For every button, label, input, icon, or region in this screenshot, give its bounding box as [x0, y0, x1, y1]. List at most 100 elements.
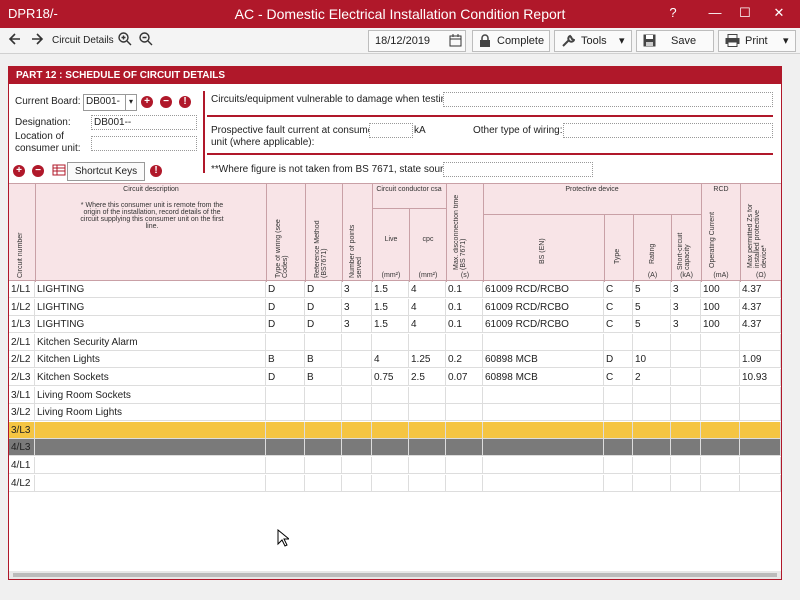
vulnerable-field[interactable] — [443, 92, 773, 107]
cell-time[interactable] — [446, 457, 483, 474]
shortcut-keys-button[interactable]: Shortcut Keys — [67, 162, 145, 181]
table-row[interactable]: 4/L2 — [9, 474, 781, 492]
minimize-button[interactable]: — — [700, 4, 730, 24]
table-row[interactable]: 1/L1 LIGHTING D D 3 1.5 4 0.1 61009 RCD/RCBO C 5 3 1… — [9, 281, 781, 298]
cell-live[interactable] — [372, 386, 409, 404]
remove-board-icon[interactable]: − — [160, 96, 172, 108]
cell-cpc[interactable] — [409, 386, 446, 404]
cell-bs[interactable] — [483, 404, 604, 422]
cell-type[interactable] — [604, 439, 633, 457]
cell-time[interactable] — [446, 474, 483, 492]
cell-rating[interactable] — [633, 404, 671, 422]
cell-sc[interactable] — [671, 333, 701, 351]
print-button[interactable]: Print ▾ — [718, 30, 796, 52]
cell-rcd[interactable] — [701, 474, 740, 492]
pfc-field[interactable] — [369, 123, 413, 138]
cell-ref[interactable] — [305, 404, 342, 422]
cell-time[interactable]: 0.1 — [446, 316, 483, 334]
cell-sc[interactable]: 3 — [671, 298, 701, 316]
cell-sc[interactable] — [671, 439, 701, 457]
table-row[interactable]: 1/L3 LIGHTING D D 3 1.5 4 0.1 61009 RCD/RCBO C 5 3 1… — [9, 316, 781, 334]
table-row[interactable]: 2/L3 Kitchen Sockets D B 0.75 2.5 0.07 60898 MC… — [9, 369, 781, 386]
cell-rating[interactable] — [633, 457, 671, 474]
cell-rating[interactable]: 2 — [633, 369, 671, 386]
cell-rcd[interactable]: 100 — [701, 281, 740, 298]
cell-desc[interactable]: Kitchen Security Alarm — [35, 333, 266, 351]
cell-wiring[interactable] — [266, 457, 305, 474]
cell-rcd[interactable]: 100 — [701, 298, 740, 316]
cell-num[interactable]: 1/L1 — [9, 281, 35, 298]
cell-wiring[interactable] — [266, 404, 305, 422]
cell-desc[interactable]: Kitchen Sockets — [35, 369, 266, 386]
cell-zs[interactable]: 4.37 — [740, 298, 781, 316]
cell-rcd[interactable] — [701, 421, 740, 439]
location-field[interactable] — [91, 136, 197, 151]
cell-num[interactable]: 2/L3 — [9, 369, 35, 386]
cell-desc[interactable]: LIGHTING — [35, 298, 266, 316]
cell-num[interactable]: 4/L3 — [9, 439, 35, 457]
cell-live[interactable] — [372, 457, 409, 474]
cell-num[interactable]: 3/L2 — [9, 404, 35, 422]
cell-cpc[interactable] — [409, 457, 446, 474]
cell-wiring[interactable] — [266, 439, 305, 457]
cell-zs[interactable]: 4.37 — [740, 281, 781, 298]
cell-zs[interactable] — [740, 404, 781, 422]
cell-sc[interactable] — [671, 351, 701, 369]
cell-num[interactable]: 1/L2 — [9, 298, 35, 316]
cell-type[interactable] — [604, 404, 633, 422]
maximize-button[interactable]: ☐ — [730, 4, 760, 24]
cell-type[interactable]: C — [604, 298, 633, 316]
cell-zs[interactable] — [740, 474, 781, 492]
cell-bs[interactable]: 61009 RCD/RCBO — [483, 281, 604, 298]
cell-bs[interactable] — [483, 421, 604, 439]
cell-rating[interactable] — [633, 386, 671, 404]
cell-rating[interactable] — [633, 439, 671, 457]
cell-ref[interactable] — [305, 474, 342, 492]
cell-num[interactable]: 4/L1 — [9, 457, 35, 474]
cell-type[interactable] — [604, 421, 633, 439]
cell-cpc[interactable]: 1.25 — [409, 351, 446, 369]
cell-points[interactable]: 3 — [342, 281, 372, 298]
cell-desc[interactable] — [35, 457, 266, 474]
date-picker[interactable]: 18/12/2019 — [368, 30, 466, 52]
cell-ref[interactable]: D — [305, 281, 342, 298]
cell-wiring[interactable] — [266, 386, 305, 404]
cell-cpc[interactable] — [409, 421, 446, 439]
cell-time[interactable]: 0.1 — [446, 281, 483, 298]
cell-sc[interactable] — [671, 474, 701, 492]
cell-num[interactable]: 1/L3 — [9, 316, 35, 334]
designation-field[interactable]: DB001-- — [91, 115, 197, 130]
cell-time[interactable] — [446, 439, 483, 457]
cell-type[interactable] — [604, 386, 633, 404]
cell-type[interactable]: C — [604, 369, 633, 386]
cell-wiring[interactable]: D — [266, 298, 305, 316]
current-board-select[interactable]: DB001- ▾ — [83, 94, 137, 111]
cell-rcd[interactable] — [701, 404, 740, 422]
cell-type[interactable]: C — [604, 316, 633, 334]
forward-icon[interactable] — [30, 32, 44, 50]
table-row[interactable]: 3/L1 Living Room Sockets — [9, 386, 781, 404]
cell-zs[interactable] — [740, 421, 781, 439]
table-row[interactable]: 4/L3 — [9, 439, 781, 457]
cell-ref[interactable]: D — [305, 316, 342, 334]
cell-num[interactable]: 4/L2 — [9, 474, 35, 492]
cell-live[interactable] — [372, 333, 409, 351]
cell-rating[interactable]: 5 — [633, 281, 671, 298]
cell-points[interactable] — [342, 474, 372, 492]
cell-ref[interactable]: D — [305, 298, 342, 316]
table-row[interactable]: 2/L1 Kitchen Security Alarm — [9, 333, 781, 351]
cell-time[interactable] — [446, 333, 483, 351]
cell-bs[interactable] — [483, 457, 604, 474]
cell-time[interactable]: 0.2 — [446, 351, 483, 369]
scrollbar-thumb[interactable] — [13, 573, 777, 577]
cell-live[interactable] — [372, 421, 409, 439]
cell-wiring[interactable] — [266, 474, 305, 492]
cell-live[interactable] — [372, 474, 409, 492]
add-board-icon[interactable]: + — [141, 96, 153, 108]
cell-time[interactable] — [446, 404, 483, 422]
table-row[interactable]: 3/L3 — [9, 421, 781, 439]
cell-cpc[interactable] — [409, 439, 446, 457]
cell-desc[interactable]: LIGHTING — [35, 281, 266, 298]
cell-points[interactable] — [342, 369, 372, 386]
cell-desc[interactable] — [35, 439, 266, 457]
